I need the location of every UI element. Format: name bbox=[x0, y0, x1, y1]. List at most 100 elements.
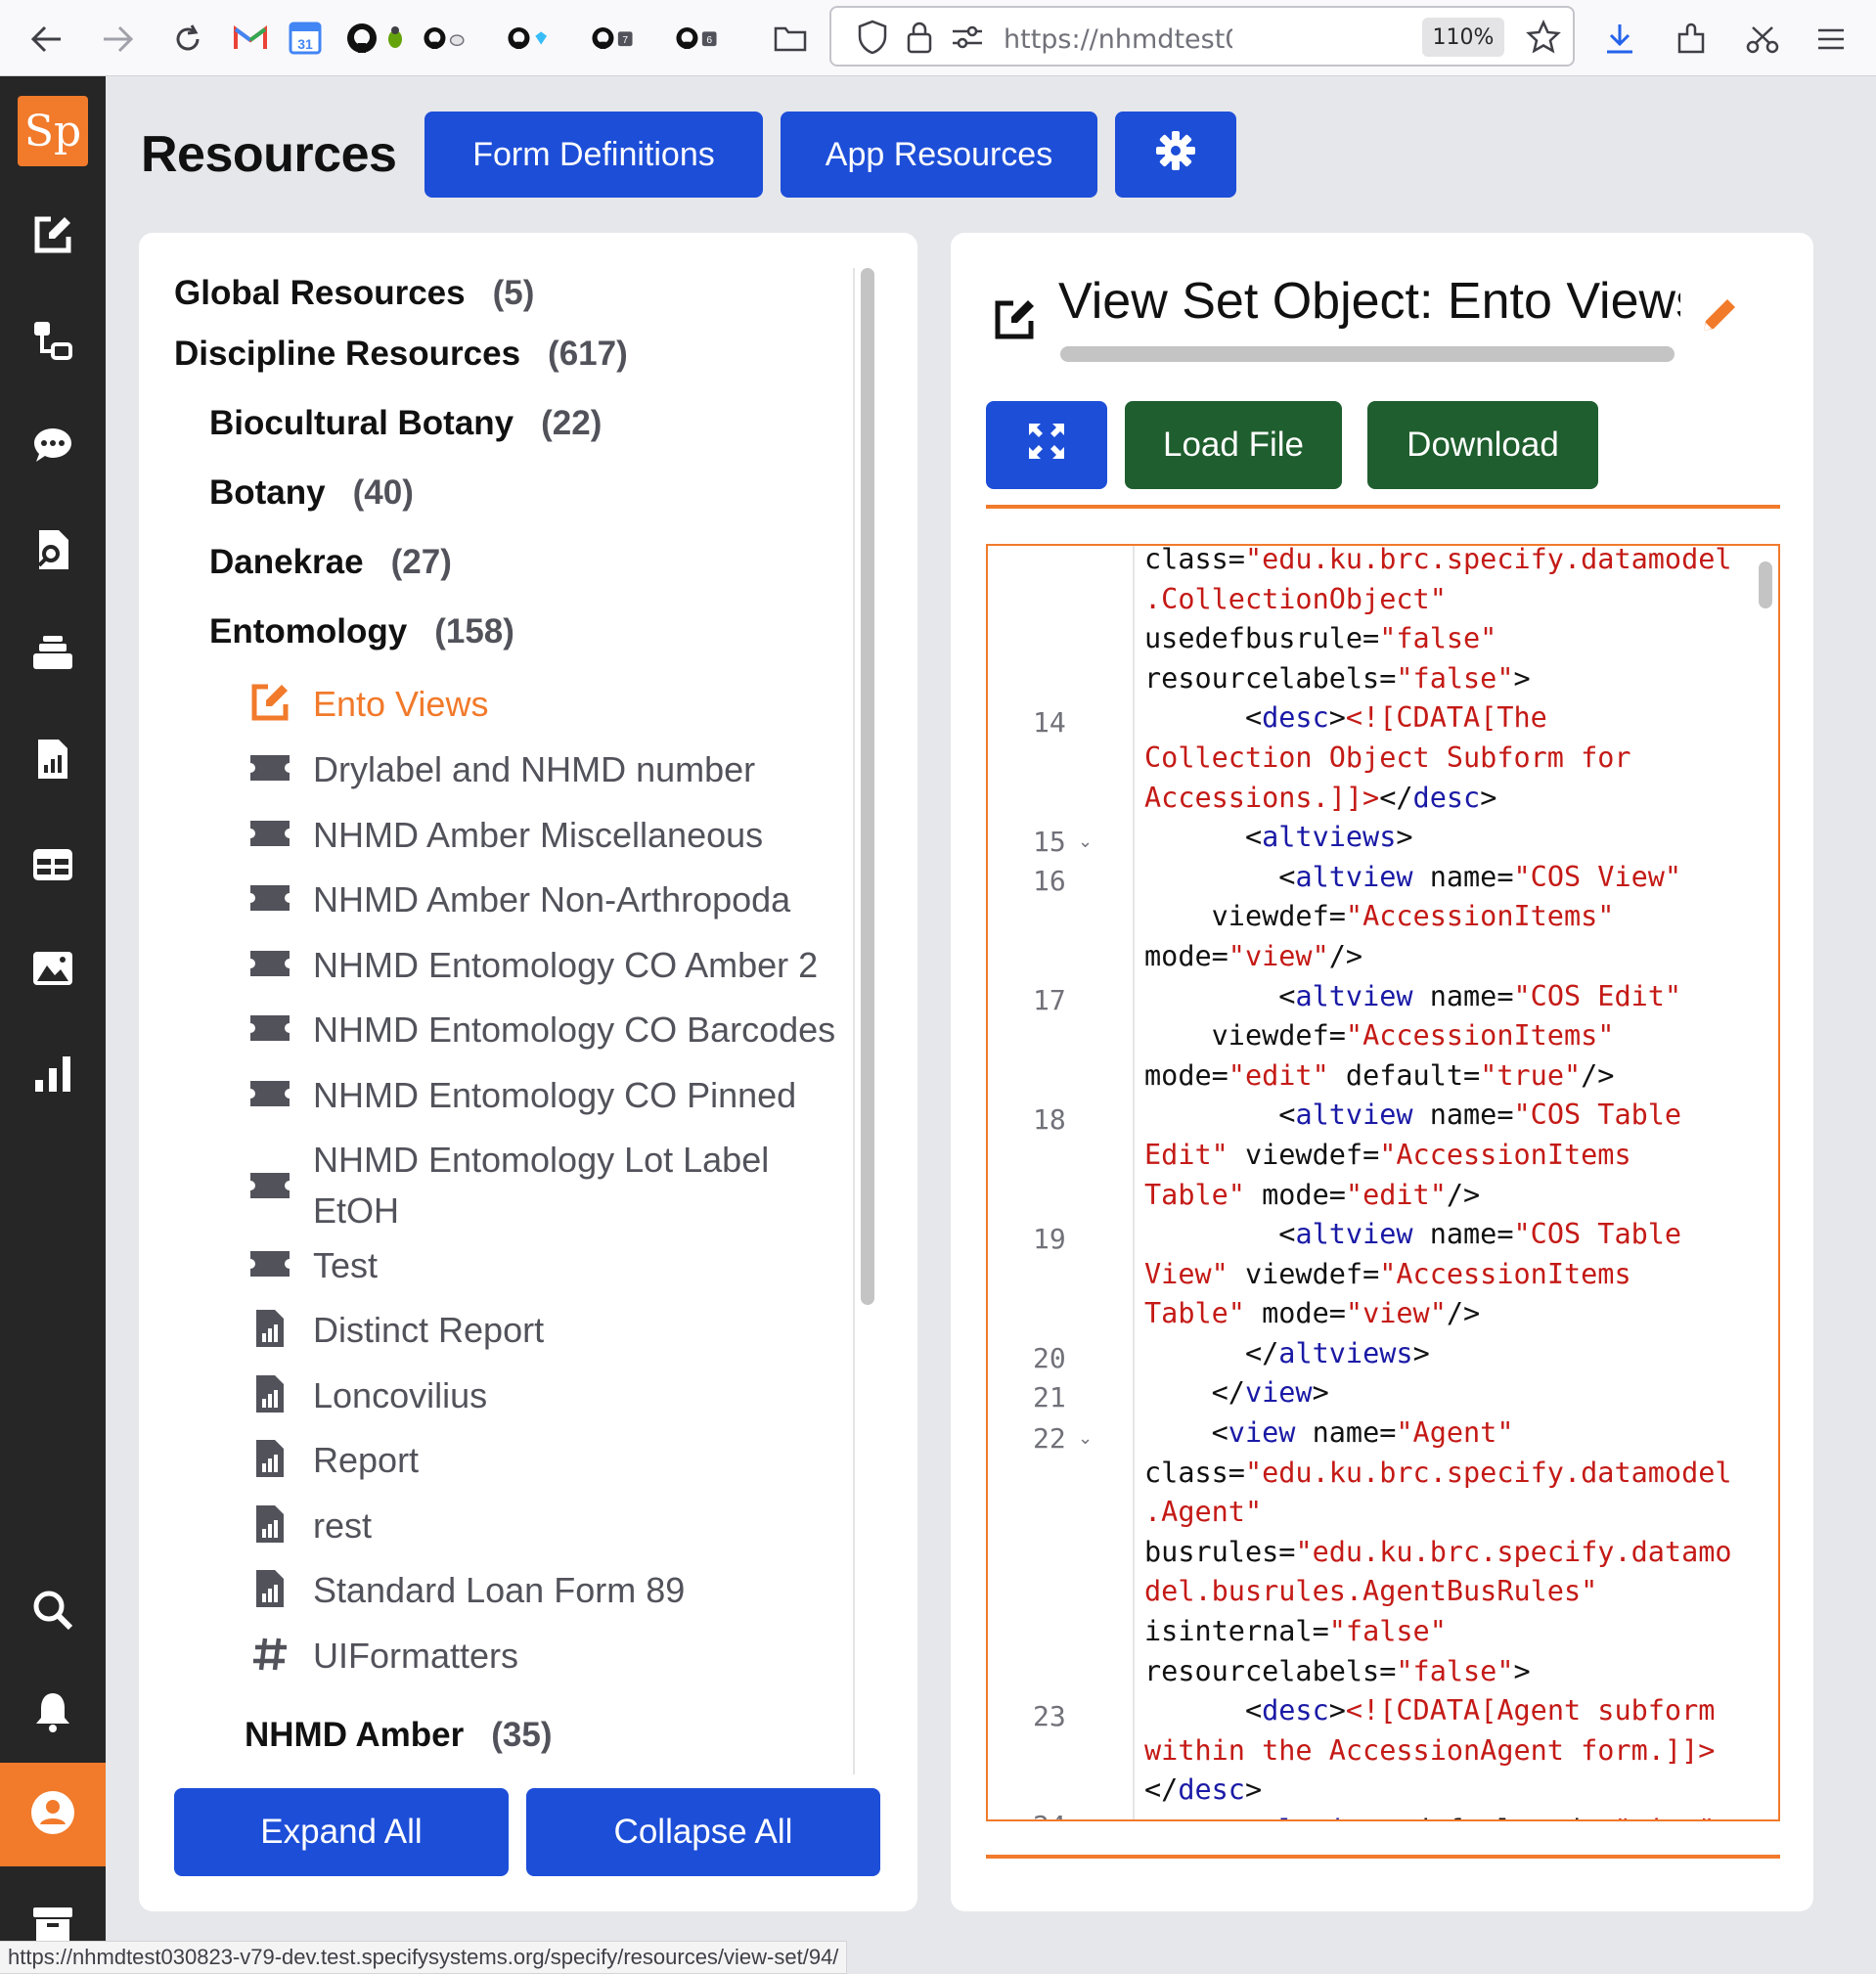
app-resources-button[interactable]: App Resources bbox=[781, 112, 1097, 198]
line-number: 19 bbox=[1033, 1223, 1066, 1255]
reload-icon[interactable] bbox=[168, 20, 207, 59]
back-icon[interactable] bbox=[27, 20, 67, 59]
tree-item-rest[interactable]: rest bbox=[246, 1501, 833, 1551]
tree-label: Discipline Resources bbox=[174, 335, 521, 373]
tree-count: (35) bbox=[491, 1716, 553, 1754]
lock-icon[interactable] bbox=[906, 20, 933, 60]
tree-item-standard-loan-form[interactable]: Standard Loan Form 89 bbox=[246, 1565, 833, 1616]
tree-item-loncovilius[interactable]: Loncovilius bbox=[246, 1370, 833, 1421]
github-6-bookmark-icon[interactable]: 6 bbox=[675, 18, 718, 59]
record-sets-icon[interactable] bbox=[25, 837, 80, 892]
tree-collection-nhmd-amber[interactable]: NHMD Amber (35) bbox=[245, 1716, 553, 1755]
zoom-level[interactable]: 110% bbox=[1422, 18, 1504, 57]
tree-item-test[interactable]: Test bbox=[246, 1240, 833, 1291]
line-number: 20 bbox=[1033, 1342, 1066, 1374]
tree-discipline-entomology[interactable]: Entomology (158) bbox=[209, 612, 514, 651]
report-icon bbox=[246, 1305, 293, 1352]
line-number-gutter: 14 15 ⌄ 16 17 18 19 20 21 22 ⌄ 23 24 bbox=[988, 546, 1135, 1819]
line-number: 18 bbox=[1033, 1103, 1066, 1136]
tree-item-lot-label-etoh[interactable]: NHMD Entomology Lot Label EtOH bbox=[246, 1135, 833, 1238]
site-permissions-icon[interactable] bbox=[951, 23, 984, 56]
tree-item-uiformatters[interactable]: UIFormatters bbox=[246, 1631, 833, 1682]
extensions-icon[interactable] bbox=[1673, 20, 1712, 59]
label-icon bbox=[246, 875, 293, 921]
tree-discipline-resources[interactable]: Discipline Resources (617) bbox=[174, 335, 628, 374]
user-account-button[interactable] bbox=[0, 1763, 106, 1866]
shield-icon[interactable] bbox=[857, 20, 888, 60]
line-number: 16 bbox=[1033, 865, 1066, 897]
line-number: 24 bbox=[1033, 1810, 1066, 1819]
tree-discipline-biocultural-botany[interactable]: Biocultural Botany (22) bbox=[209, 404, 602, 443]
tree-item-co-pinned[interactable]: NHMD Entomology CO Pinned bbox=[246, 1070, 833, 1121]
gmail-bookmark-icon[interactable] bbox=[229, 18, 272, 59]
workbench-icon[interactable] bbox=[25, 626, 80, 681]
reports-icon[interactable] bbox=[25, 732, 80, 786]
queries-icon[interactable] bbox=[25, 522, 80, 577]
settings-button[interactable] bbox=[1115, 112, 1236, 198]
bug-bookmark-icon[interactable] bbox=[374, 18, 417, 59]
label-icon bbox=[246, 1162, 293, 1209]
downloads-icon[interactable] bbox=[1600, 20, 1639, 59]
tree-discipline-danekrae[interactable]: Danekrae (27) bbox=[209, 543, 452, 582]
url-text[interactable]: https://nhmdtest030823-v79-de bbox=[1004, 24, 1232, 55]
tree-count: (617) bbox=[548, 335, 628, 373]
load-file-button[interactable]: Load File bbox=[1125, 401, 1342, 489]
statistics-icon[interactable] bbox=[25, 1047, 80, 1101]
specify-logo[interactable]: Sp bbox=[18, 96, 88, 166]
tree-item-label: Test bbox=[313, 1245, 379, 1285]
screenshot-icon[interactable] bbox=[1743, 20, 1782, 59]
interactions-icon[interactable] bbox=[25, 418, 80, 472]
github-discussions-bookmark-icon[interactable] bbox=[423, 18, 466, 59]
download-button[interactable]: Download bbox=[1367, 401, 1598, 489]
tree-item-distinct-report[interactable]: Distinct Report bbox=[246, 1305, 833, 1356]
data-entry-icon[interactable] bbox=[25, 207, 80, 262]
form-definitions-button[interactable]: Form Definitions bbox=[424, 112, 763, 198]
tree-item-amber-non-arthropoda[interactable]: NHMD Amber Non-Arthropoda bbox=[246, 875, 833, 925]
tree-scrollbar[interactable] bbox=[861, 268, 874, 1305]
line-number: 23 bbox=[1033, 1700, 1066, 1732]
address-bar[interactable]: https://nhmdtest030823-v79-de 110% bbox=[829, 6, 1575, 67]
report-icon bbox=[246, 1565, 293, 1612]
tree-global-resources[interactable]: Global Resources (5) bbox=[174, 274, 534, 313]
tree-item-co-barcodes[interactable]: NHMD Entomology CO Barcodes bbox=[246, 1005, 872, 1055]
tree-discipline-botany[interactable]: Botany (40) bbox=[209, 473, 414, 513]
attachments-icon[interactable] bbox=[25, 941, 80, 996]
page-title: Resources bbox=[141, 126, 397, 183]
pencil-icon[interactable] bbox=[1698, 293, 1741, 341]
code-scrollbar[interactable] bbox=[1759, 561, 1772, 608]
search-icon[interactable] bbox=[25, 1583, 80, 1638]
edit-icon bbox=[246, 679, 293, 726]
calendar-bookmark-icon[interactable]: 31 bbox=[284, 18, 327, 59]
forward-icon[interactable] bbox=[98, 20, 137, 59]
github-gem-bookmark-icon[interactable] bbox=[507, 18, 550, 59]
label-icon bbox=[246, 1005, 293, 1052]
tree-item-amber-misc[interactable]: NHMD Amber Miscellaneous bbox=[246, 810, 833, 861]
title-scrollbar[interactable] bbox=[1060, 346, 1675, 362]
fold-arrow-icon[interactable]: ⌄ bbox=[1078, 1428, 1093, 1449]
tree-item-label: NHMD Entomology CO Amber 2 bbox=[313, 945, 819, 985]
github-7-bookmark-icon[interactable]: 7 bbox=[591, 18, 634, 59]
tree-item-label: UIFormatters bbox=[313, 1636, 519, 1676]
tree-count: (27) bbox=[390, 543, 452, 581]
tree-item-report[interactable]: Report bbox=[246, 1435, 833, 1486]
resource-name-title[interactable]: View Set Object: Ento Views bbox=[1058, 272, 1680, 331]
fold-arrow-icon[interactable]: ⌄ bbox=[1078, 831, 1093, 852]
label-icon bbox=[246, 1240, 293, 1287]
code-content[interactable]: class="edu.ku.brc.specify.datamodel .Col… bbox=[1144, 546, 1751, 1819]
tree-count: (40) bbox=[352, 473, 414, 512]
folder-bookmark-icon[interactable] bbox=[769, 18, 812, 59]
fullscreen-button[interactable] bbox=[986, 401, 1107, 489]
xml-code-editor[interactable]: 14 15 ⌄ 16 17 18 19 20 21 22 ⌄ 23 24 cla… bbox=[986, 544, 1780, 1821]
notifications-icon[interactable] bbox=[25, 1684, 80, 1739]
collapse-all-button[interactable]: Collapse All bbox=[526, 1788, 880, 1876]
expand-all-button[interactable]: Expand All bbox=[174, 1788, 509, 1876]
tree-item-co-amber-2[interactable]: NHMD Entomology CO Amber 2 bbox=[246, 940, 833, 991]
tree-count: (158) bbox=[434, 612, 514, 651]
tree-item-ento-views[interactable]: Ento Views bbox=[246, 679, 833, 730]
trees-icon[interactable] bbox=[25, 313, 80, 368]
line-number: 17 bbox=[1033, 984, 1066, 1016]
tree-item-label: Report bbox=[313, 1440, 420, 1480]
bookmark-star-icon[interactable] bbox=[1526, 19, 1561, 60]
tree-item-drylabel[interactable]: Drylabel and NHMD number bbox=[246, 744, 833, 795]
menu-icon[interactable] bbox=[1811, 20, 1851, 59]
